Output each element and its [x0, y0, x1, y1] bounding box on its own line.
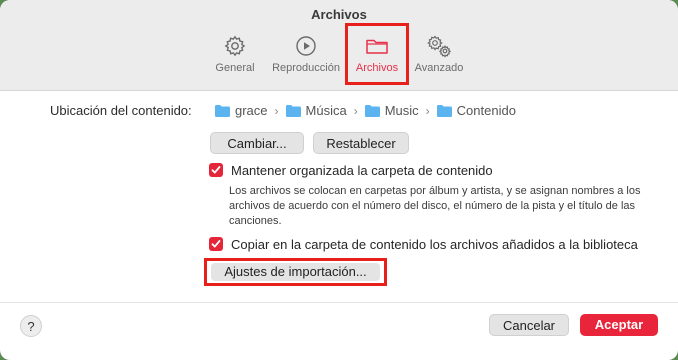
copy-files-checkbox[interactable] — [209, 237, 223, 251]
help-button[interactable]: ? — [20, 315, 42, 337]
tab-label: Archivos — [355, 62, 399, 74]
folder-icon — [366, 39, 388, 54]
change-button[interactable]: Cambiar... — [210, 132, 304, 154]
chevron-right-icon: › — [425, 103, 430, 118]
footer-divider — [0, 302, 678, 303]
tab-label: General — [215, 62, 255, 74]
chevron-right-icon: › — [274, 103, 279, 118]
path-segment-label: Music — [384, 103, 419, 118]
gear-icon — [224, 35, 246, 57]
tab-avanzado[interactable]: Avanzado — [410, 30, 468, 82]
import-settings-highlight: Ajustes de importación... — [204, 258, 387, 286]
accept-button[interactable]: Aceptar — [580, 314, 658, 336]
keep-organized-description: Los archivos se colocan en carpetas por … — [229, 185, 641, 227]
gears-icon — [427, 35, 452, 58]
folder-icon — [285, 104, 301, 117]
path-segment: Música — [285, 103, 347, 118]
import-settings-button[interactable]: Ajustes de importación... — [211, 263, 380, 281]
tab-label: Avanzado — [414, 62, 464, 74]
files-pane: Ubicación del contenido: grace › Música … — [0, 91, 678, 360]
window-title: Archivos — [311, 7, 367, 22]
path-segment: grace — [215, 103, 268, 118]
chevron-right-icon: › — [353, 103, 358, 118]
folder-icon — [436, 104, 452, 117]
path-segment-label: Música — [305, 103, 347, 118]
path-segment-label: Contenido — [456, 103, 516, 118]
tab-reproduccion[interactable]: Reproducción — [268, 30, 344, 82]
path-segment-label: grace — [235, 103, 268, 118]
checkmark-icon — [211, 166, 221, 174]
copy-files-label: Copiar en la carpeta de contenido los ar… — [231, 237, 638, 252]
tab-label: Reproducción — [272, 62, 340, 74]
play-circle-icon — [296, 36, 316, 56]
tab-archivos[interactable]: Archivos — [345, 23, 409, 85]
toolbar: Archivos General Reproducción Archivos A… — [0, 0, 678, 91]
path-segment: Contenido — [436, 103, 516, 118]
content-location-label: Ubicación del contenido: — [50, 103, 192, 118]
folder-icon — [364, 104, 380, 117]
path-segment: Music — [364, 103, 419, 118]
tab-general[interactable]: General — [210, 30, 260, 82]
folder-icon — [215, 104, 230, 117]
cancel-button[interactable]: Cancelar — [489, 314, 569, 336]
keep-organized-label: Mantener organizada la carpeta de conten… — [231, 163, 493, 178]
keep-organized-checkbox[interactable] — [209, 163, 223, 177]
preferences-window: Archivos General Reproducción Archivos A… — [0, 0, 678, 360]
content-location-path: grace › Música › Music › Contenido — [215, 103, 516, 118]
reset-button[interactable]: Restablecer — [313, 132, 409, 154]
checkmark-icon — [211, 240, 221, 248]
